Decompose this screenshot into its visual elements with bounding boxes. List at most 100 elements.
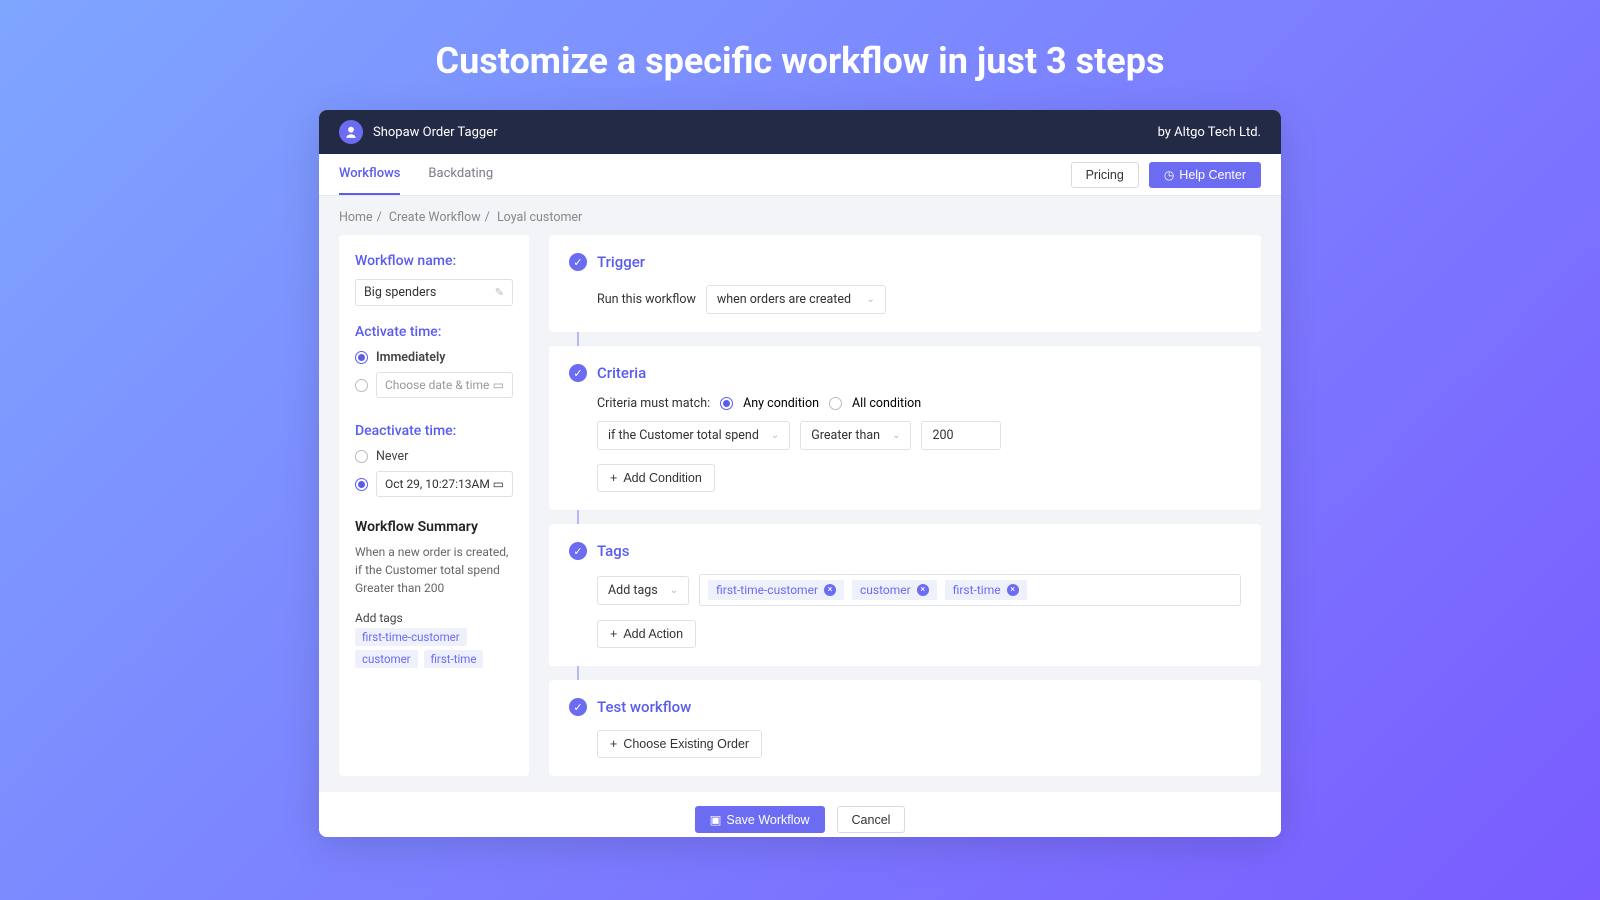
radio-deactivate-never[interactable]: [355, 450, 368, 463]
right-panel: ✓ Trigger Run this workflow when orders …: [549, 235, 1261, 776]
calendar-icon: ▭: [493, 378, 504, 392]
criteria-operator-value: Greater than: [811, 428, 880, 443]
check-icon: ✓: [569, 542, 587, 560]
summary-tag: first-time: [424, 650, 484, 668]
chevron-down-icon: ⌄: [867, 294, 875, 305]
cancel-button[interactable]: Cancel: [837, 806, 906, 833]
tag-action-select[interactable]: Add tags ⌄: [597, 576, 689, 605]
activate-time-label: Activate time:: [355, 324, 513, 340]
summary-tag: customer: [355, 650, 418, 668]
radio-any-condition[interactable]: [720, 397, 733, 410]
toolbar: Workflows Backdating Pricing ◷ Help Cent…: [319, 154, 1281, 196]
add-condition-button[interactable]: + Add Condition: [597, 464, 715, 492]
pricing-button[interactable]: Pricing: [1071, 162, 1139, 188]
clock-icon: ◷: [1164, 168, 1174, 182]
breadcrumb: Home/ Create Workflow/ Loyal customer: [339, 210, 1261, 225]
summary-tag: first-time-customer: [355, 628, 467, 646]
criteria-field-select[interactable]: if the Customer total spend ⌄: [597, 421, 790, 450]
tag-text: customer: [860, 583, 911, 597]
trigger-title: Trigger: [597, 253, 645, 271]
trigger-run-value: when orders are created: [717, 292, 851, 307]
criteria-title: Criteria: [597, 364, 646, 382]
criteria-match-label: Criteria must match:: [597, 396, 710, 411]
connector: [577, 510, 579, 524]
remove-tag-icon[interactable]: ×: [1007, 584, 1019, 596]
criteria-card: ✓ Criteria Criteria must match: Any cond…: [549, 346, 1261, 510]
tag-action-value: Add tags: [608, 583, 658, 598]
plus-icon: +: [610, 627, 617, 641]
summary-text: When a new order is created, if the Cust…: [355, 543, 513, 597]
any-condition-label: Any condition: [743, 396, 819, 411]
criteria-value-input[interactable]: 200: [921, 421, 1001, 450]
tab-workflows[interactable]: Workflows: [339, 154, 400, 195]
test-title: Test workflow: [597, 698, 691, 716]
breadcrumb-create[interactable]: Create Workflow: [389, 210, 481, 225]
connector: [577, 666, 579, 680]
tags-input[interactable]: first-time-customer × customer × first-t…: [699, 574, 1241, 606]
all-condition-label: All condition: [852, 396, 921, 411]
app-title: Shopaw Order Tagger: [373, 125, 498, 140]
add-action-label: Add Action: [623, 627, 683, 641]
left-panel: Workflow name: Big spenders ✎ Activate t…: [339, 235, 529, 776]
save-workflow-button[interactable]: ▣ Save Workflow: [695, 806, 825, 833]
trigger-card: ✓ Trigger Run this workflow when orders …: [549, 235, 1261, 332]
hero-title: Customize a specific workflow in just 3 …: [436, 40, 1165, 82]
save-icon: ▣: [710, 812, 722, 827]
trigger-run-label: Run this workflow: [597, 292, 696, 307]
deactivate-date-input[interactable]: Oct 29, 10:27:13AM ▭: [376, 471, 513, 497]
check-icon: ✓: [569, 253, 587, 271]
deactivate-time-label: Deactivate time:: [355, 423, 513, 439]
remove-tag-icon[interactable]: ×: [824, 584, 836, 596]
summary-add-tags-label: Add tags: [355, 611, 403, 625]
help-center-label: Help Center: [1179, 168, 1246, 182]
trigger-run-select[interactable]: when orders are created ⌄: [706, 285, 886, 314]
breadcrumb-home[interactable]: Home: [339, 210, 373, 225]
save-workflow-label: Save Workflow: [726, 813, 809, 827]
choose-existing-order-label: Choose Existing Order: [623, 737, 749, 751]
chevron-down-icon: ⌄: [670, 585, 678, 596]
check-icon: ✓: [569, 698, 587, 716]
plus-icon: +: [610, 737, 617, 751]
tag-pill: customer ×: [852, 580, 937, 600]
check-icon: ✓: [569, 364, 587, 382]
tag-pill: first-time-customer ×: [708, 580, 844, 600]
radio-deactivate-date[interactable]: [355, 478, 368, 491]
activate-immediately-label: Immediately: [376, 350, 445, 365]
deactivate-never-label: Never: [376, 449, 408, 464]
footer-actions: ▣ Save Workflow Cancel: [319, 792, 1281, 837]
radio-activate-immediately[interactable]: [355, 351, 368, 364]
edit-icon: ✎: [495, 286, 504, 299]
tags-title: Tags: [597, 542, 629, 560]
test-card: ✓ Test workflow + Choose Existing Order: [549, 680, 1261, 776]
breadcrumb-current: Loyal customer: [497, 210, 582, 225]
workflow-name-input[interactable]: Big spenders ✎: [355, 279, 513, 306]
criteria-operator-select[interactable]: Greater than ⌄: [800, 421, 911, 450]
summary-title: Workflow Summary: [355, 519, 513, 535]
app-window: Shopaw Order Tagger by Altgo Tech Ltd. W…: [319, 110, 1281, 837]
radio-all-condition[interactable]: [829, 397, 842, 410]
workspace: Home/ Create Workflow/ Loyal customer Wo…: [319, 196, 1281, 792]
chevron-down-icon: ⌄: [771, 430, 779, 441]
workflow-name-label: Workflow name:: [355, 253, 513, 269]
connector: [577, 332, 579, 346]
activate-date-input[interactable]: Choose date & time ▭: [376, 372, 513, 398]
add-condition-label: Add Condition: [623, 471, 702, 485]
calendar-icon: ▭: [493, 477, 504, 491]
plus-icon: +: [610, 471, 617, 485]
chevron-down-icon: ⌄: [892, 430, 900, 441]
deactivate-date-value: Oct 29, 10:27:13AM: [385, 477, 490, 491]
radio-activate-date[interactable]: [355, 379, 368, 392]
tab-backdating[interactable]: Backdating: [428, 154, 493, 195]
workflow-name-value: Big spenders: [364, 285, 436, 300]
activate-date-placeholder: Choose date & time: [385, 378, 489, 392]
vendor-label: by Altgo Tech Ltd.: [1158, 125, 1261, 140]
tag-text: first-time: [953, 583, 1001, 597]
criteria-value: 200: [932, 428, 953, 443]
remove-tag-icon[interactable]: ×: [917, 584, 929, 596]
help-center-button[interactable]: ◷ Help Center: [1149, 162, 1261, 188]
add-action-button[interactable]: + Add Action: [597, 620, 696, 648]
choose-existing-order-button[interactable]: + Choose Existing Order: [597, 730, 762, 758]
tags-card: ✓ Tags Add tags ⌄ first-time-customer: [549, 524, 1261, 666]
criteria-field-value: if the Customer total spend: [608, 428, 759, 443]
app-header: Shopaw Order Tagger by Altgo Tech Ltd.: [319, 110, 1281, 154]
